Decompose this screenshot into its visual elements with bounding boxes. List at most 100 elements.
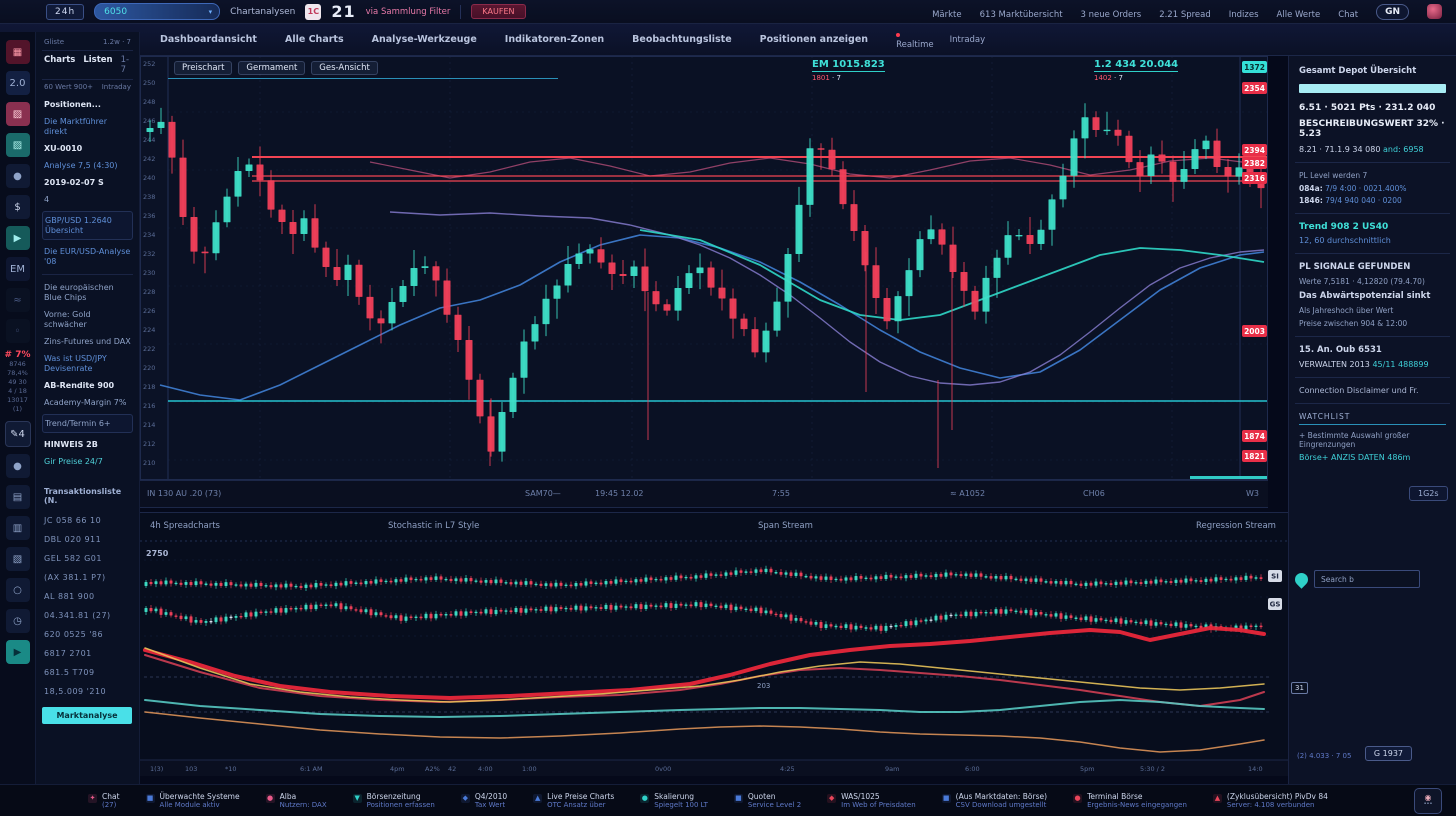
screener-icon[interactable]: ▶ xyxy=(6,226,30,250)
topbar-menu-item-5[interactable]: Alle Werte xyxy=(1277,10,1321,20)
gallery-pink-icon[interactable]: ▨ xyxy=(6,102,30,126)
transaction-row[interactable]: 18,5.009 '210 xyxy=(42,682,133,701)
transaction-row[interactable]: GEL 582 G01 xyxy=(42,549,133,568)
topbar-menu-item-3[interactable]: 2.21 Spread xyxy=(1159,10,1211,20)
status-item[interactable]: ✦ Chat(27) xyxy=(88,792,120,810)
footer-avatar[interactable]: ◉••• xyxy=(1414,788,1442,814)
transaction-row[interactable]: 681.5 T709 xyxy=(42,663,133,682)
watchlist-item[interactable]: Positionen... xyxy=(42,96,133,113)
chart-chip-2[interactable]: Ges-Ansicht xyxy=(311,61,378,75)
transaction-row[interactable]: 6817 2701 xyxy=(42,644,133,663)
watchlist-item[interactable]: Zins-Futures und DAX xyxy=(42,333,133,350)
watchlist-item[interactable]: Die europäischen Blue Chips xyxy=(42,279,133,306)
watchlist-item[interactable]: Trend/Termin 6+ xyxy=(42,414,133,433)
transaction-row[interactable]: 620 0525 '86 xyxy=(42,625,133,644)
transaction-row[interactable]: JC 058 66 10 xyxy=(42,511,133,530)
transaction-row[interactable]: AL 881 900 xyxy=(42,587,133,606)
transaction-row[interactable]: (AX 381.1 P7) xyxy=(42,568,133,587)
scanner-icon[interactable]: ▧ xyxy=(6,547,30,571)
panel-link-accent[interactable]: Börse+ ANZIS DATEN 486m xyxy=(1299,453,1446,462)
mini-a-icon[interactable]: ≈ xyxy=(6,288,30,312)
watchlist-item[interactable]: 2019-02-07 S xyxy=(42,174,133,191)
jump-chip[interactable]: 1G2s xyxy=(1409,486,1448,501)
status-item[interactable]: ● Terminal BörseErgebnis-News eingegange… xyxy=(1073,792,1187,810)
report-icon[interactable]: ▥ xyxy=(6,516,30,540)
menu-item-1[interactable]: Alle Charts xyxy=(285,34,344,45)
panel-search-input[interactable]: Search b xyxy=(1314,570,1420,588)
watchlist-item[interactable]: Academy-Margin 7% xyxy=(42,394,133,411)
version-icon[interactable]: 2.0 xyxy=(6,71,30,95)
tab-charts[interactable]: Charts xyxy=(44,55,75,75)
chart-chip-1[interactable]: Germament xyxy=(238,61,305,75)
topbar-menu-item-6[interactable]: Chat xyxy=(1338,10,1358,20)
watchlist-item[interactable]: Analyse 7,5 (4:30) xyxy=(42,157,133,174)
status-item[interactable]: ● AlbaNutzern: DAX xyxy=(266,792,327,810)
svg-text:2316: 2316 xyxy=(1244,174,1265,183)
topbar-menu-item-4[interactable]: Indizes xyxy=(1229,10,1259,20)
menu-item-4[interactable]: Beobachtungsliste xyxy=(632,34,732,45)
history-clock-icon[interactable]: ◷ xyxy=(6,609,30,633)
watchlist-item[interactable]: Die Marktführer direkt xyxy=(42,113,133,140)
intraday-label[interactable]: Intraday xyxy=(950,35,986,45)
watchlist-item[interactable]: Gir Preise 24/7 xyxy=(42,453,133,470)
status-item[interactable]: ● SkalierungSpiegelt 100 LT xyxy=(640,792,708,810)
panel-footer-button[interactable]: G 1937 xyxy=(1365,746,1412,761)
menu-item-5[interactable]: Positionen anzeigen xyxy=(760,34,868,45)
status-item[interactable]: ■ (Aus Marktdaten: Börse)CSV Download um… xyxy=(942,792,1047,810)
account-pill[interactable]: GN xyxy=(1376,4,1409,20)
watchlist-item[interactable]: Was ist USD/JPY Devisenrate xyxy=(42,350,133,377)
watchlist-item[interactable]: HINWEIS 2B xyxy=(42,436,133,453)
menu-item-2[interactable]: Analyse-Werkzeuge xyxy=(372,34,477,45)
chart-chip-0[interactable]: Preischart xyxy=(174,61,232,75)
replay-icon[interactable]: ▶ xyxy=(6,640,30,664)
svg-text:GS: GS xyxy=(1270,601,1281,609)
indicator-panel-chart[interactable]: 27502031(3)103*106:1 AM4pmA2%424:001:000… xyxy=(140,540,1288,776)
watchlist-item[interactable]: GBP/USD 1.2640 Übersicht xyxy=(42,211,133,240)
search-input[interactable] xyxy=(102,6,186,18)
profile-icon[interactable]: ● xyxy=(6,164,30,188)
panel-mixed: 8.21 · 71.1.9 34 080 and: 6958 xyxy=(1299,145,1446,154)
avatar[interactable] xyxy=(1427,4,1442,19)
timeframe-box[interactable]: 24h xyxy=(46,4,84,20)
menu-item-0[interactable]: Dashboardansicht xyxy=(160,34,257,45)
watchlist-item[interactable]: AB-Rendite 900 xyxy=(42,377,133,394)
status-item[interactable]: ▲ (Zyklusübersicht) PivDv 84Server: 4.10… xyxy=(1213,792,1328,810)
market-analysis-button[interactable]: Marktanalyse xyxy=(42,707,132,724)
svg-text:4:25: 4:25 xyxy=(780,765,795,773)
time-axis[interactable]: IN 130 AU .20 (73)SAM70—19:45 12.027:55≈… xyxy=(140,480,1268,508)
orders-icon[interactable]: EM xyxy=(6,257,30,281)
panel-link[interactable]: 12, 60 durchschnittlich xyxy=(1299,236,1446,245)
watchlist-item[interactable]: Vorne: Gold schwächer xyxy=(42,306,133,333)
status-item[interactable]: ■ Überwachte SystemeAlle Module aktiv xyxy=(146,792,240,810)
balance-icon[interactable]: $ xyxy=(6,195,30,219)
topbar-menu-item-1[interactable]: 613 Marktübersicht xyxy=(980,10,1063,20)
alerts-icon[interactable]: ○ xyxy=(6,578,30,602)
markets-icon[interactable]: ▦ xyxy=(6,40,30,64)
svg-text:A2%: A2% xyxy=(425,765,440,773)
symbol-search[interactable]: ▾ xyxy=(94,3,220,20)
topbar-menu-item-2[interactable]: 3 neue Orders xyxy=(1081,10,1142,20)
status-item[interactable]: ◆ Q4/2010Tax Wert xyxy=(461,792,507,810)
chevron-down-icon[interactable]: ▾ xyxy=(209,8,213,16)
transaction-row[interactable]: 04.341.81 (27) xyxy=(42,606,133,625)
topbar-menu-item-0[interactable]: Märkte xyxy=(932,10,962,20)
account-icon[interactable]: ● xyxy=(6,454,30,478)
badge-tile[interactable]: 1C xyxy=(305,4,321,20)
journal-icon[interactable]: ▤ xyxy=(6,485,30,509)
tab-lists[interactable]: Listen xyxy=(83,55,112,75)
edit-icon[interactable]: ✎4 xyxy=(5,421,31,447)
buy-button[interactable]: KAUFEN xyxy=(471,4,525,19)
panel-text: Connection Disclaimer und Fr. xyxy=(1299,386,1446,395)
main-price-chart[interactable]: 2522502482462442422402382362342322302282… xyxy=(140,56,1268,480)
mini-b-icon[interactable]: ◦ xyxy=(6,319,30,343)
status-item[interactable]: ▲ Live Preise ChartsOTC Ansatz über xyxy=(533,792,614,810)
watchlist-item[interactable]: Die EUR/USD-Analyse '08 xyxy=(42,243,133,270)
status-item[interactable]: ▼ BörsenzeitungPositionen erfassen xyxy=(353,792,435,810)
status-item[interactable]: ◆ WAS/1025Im Web of Preisdaten xyxy=(827,792,916,810)
menu-item-3[interactable]: Indikatoren-Zonen xyxy=(505,34,604,45)
watchlist-item[interactable]: 4 xyxy=(42,191,133,208)
status-item[interactable]: ■ QuotenService Level 2 xyxy=(734,792,801,810)
transaction-row[interactable]: DBL 020 911 xyxy=(42,530,133,549)
gallery-teal-icon[interactable]: ▨ xyxy=(6,133,30,157)
watchlist-item[interactable]: XU-0010 xyxy=(42,140,133,157)
